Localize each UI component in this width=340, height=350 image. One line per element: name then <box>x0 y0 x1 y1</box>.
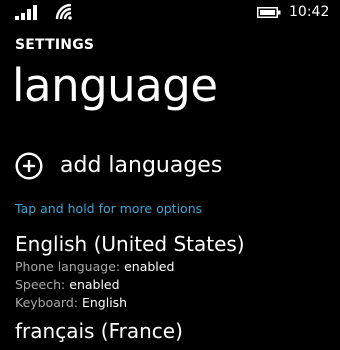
detail-label: Phone language: <box>15 259 121 274</box>
page-title: language <box>12 59 218 112</box>
add-languages-label: add languages <box>60 153 223 178</box>
hint-text: Tap and hold for more options <box>15 201 203 216</box>
detail-label: Keyboard: <box>15 295 78 310</box>
language-item-french[interactable]: français (France) <box>15 318 183 344</box>
detail-value: enabled <box>69 277 120 292</box>
detail-value: enabled <box>124 259 175 274</box>
language-detail-keyboard: Keyboard: English <box>15 294 127 311</box>
clock: 10:42 <box>289 4 330 20</box>
plus-circle-icon <box>15 152 43 180</box>
wifi-icon <box>55 3 72 20</box>
battery-icon <box>257 7 281 18</box>
language-detail-speech: Speech: enabled <box>15 276 120 293</box>
section-title: SETTINGS <box>15 37 95 53</box>
detail-value: English <box>81 295 128 310</box>
language-detail-phone: Phone language: enabled <box>15 258 174 275</box>
status-bar: 10:42 <box>0 0 340 28</box>
detail-label: Speech: <box>15 277 66 292</box>
signal-icon <box>15 5 37 20</box>
language-item-english[interactable]: English (United States) <box>15 231 245 257</box>
add-languages-button[interactable]: add languages <box>15 150 222 182</box>
